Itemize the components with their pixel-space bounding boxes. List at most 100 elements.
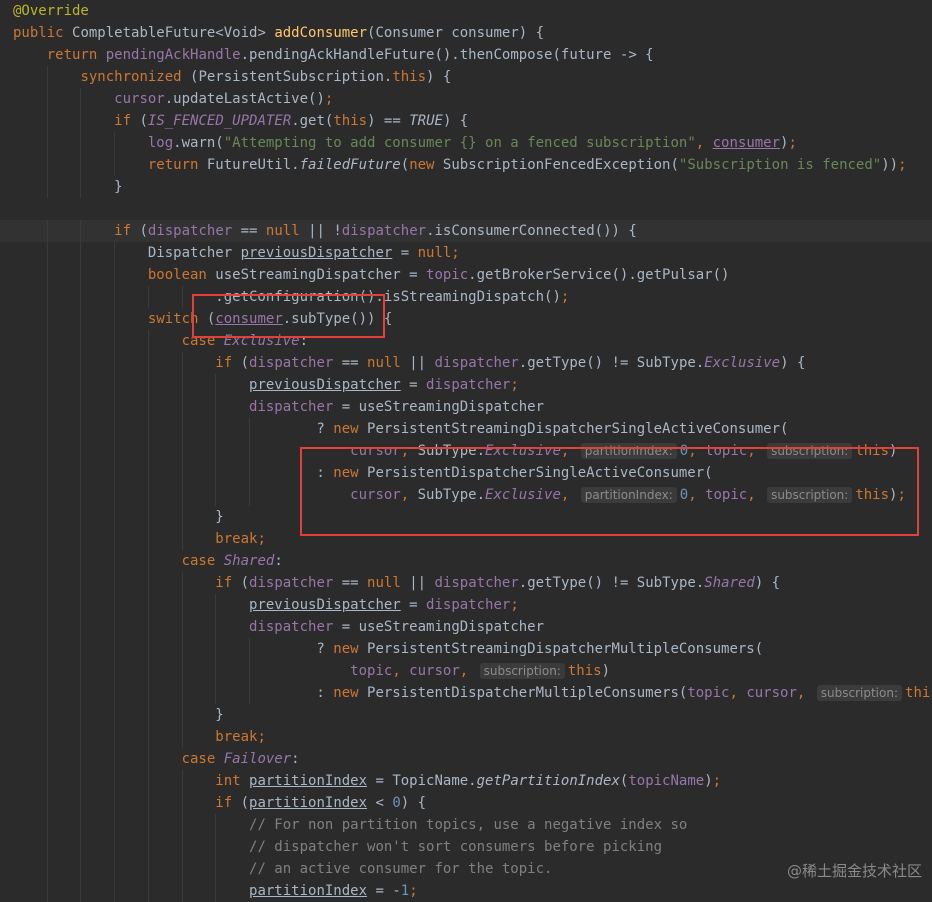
code-line: if (partitionIndex < 0) { [0,792,932,814]
code-text: // dispatcher won't sort consumers befor… [13,836,662,858]
code-token: == [232,223,266,239]
code-token: , [459,663,477,679]
code-token: CompletableFuture<Void> [72,25,275,41]
code-token: topicName [628,773,705,789]
code-token: ( [400,157,410,173]
code-token: log [147,135,174,151]
code-token: previousDispatcher [240,245,393,261]
code-token: TRUE [409,113,443,129]
code-token: : [13,465,334,481]
code-line: if (dispatcher == null || dispatcher.get… [0,352,932,374]
code-line: public CompletableFuture<Void> addConsum… [0,22,932,44]
code-line: partitionIndex = -1; [0,880,932,902]
code-line: if (dispatcher == null || !dispatcher.is… [0,220,932,242]
code-token: ; [898,157,907,173]
code-token: Shared [223,553,275,569]
code-text: previousDispatcher = dispatcher; [13,374,519,396]
code-token: .pendingAckHandleFuture().thenCompose(fu… [240,47,654,63]
code-token: .get( [291,113,334,129]
code-token: } [13,707,224,723]
code-token: dispatcher [341,223,427,239]
code-token: = [400,597,427,613]
code-line: log.warn("Attempting to add consumer {} … [0,132,932,154]
code-token: , [729,685,747,701]
code-token: Exclusive [704,355,781,371]
code-token: ) [601,663,611,679]
code-token: new [333,641,368,657]
highlight-box-switch [192,294,385,338]
code-token: Failover [223,751,292,767]
code-text: if (partitionIndex < 0) { [13,792,426,814]
code-token: dispatcher [249,355,334,371]
code-token: previousDispatcher [249,377,401,393]
code-token: case [181,553,224,569]
code-text: } [13,704,224,726]
parameter-hint: subscription: [479,663,565,679]
code-token: if [114,223,140,239]
code-line: case Shared: [0,550,932,572]
code-line: previousDispatcher = dispatcher; [0,374,932,396]
code-line: previousDispatcher = dispatcher; [0,594,932,616]
code-token: ? [13,421,334,437]
code-line: } [0,704,932,726]
code-line: switch (consumer.subType()) { [0,308,932,330]
code-token: = [392,245,418,261]
code-token: case [181,751,224,767]
code-token: dispatcher [147,223,233,239]
code-token: public [13,25,73,41]
code-token: ) { [754,575,781,591]
code-token: Dispatcher [13,245,241,261]
code-text: dispatcher = useStreamingDispatcher [13,396,544,418]
code-text: case Failover: [13,748,300,770]
code-token: getPartitionIndex [476,773,620,789]
code-token: ; [510,377,519,393]
code-token: topic [350,663,393,679]
code-token: < [367,795,393,811]
code-token: SubscriptionFencedException( [442,157,679,173]
code-token: "Subscription is fenced" [678,157,882,173]
code-text: dispatcher = useStreamingDispatcher [13,616,544,638]
code-token: .warn( [173,135,224,151]
code-token: break; [215,531,266,547]
code-token: } [13,179,123,195]
code-token: FutureUtil. [206,157,300,173]
code-token: null [367,575,410,591]
code-token: IS_FENCED_UPDATER [147,113,292,129]
code-text: if (dispatcher == null || dispatcher.get… [13,572,780,594]
code-token: failedFuture [299,157,401,173]
code-text: ? new PersistentStreamingDispatcherSingl… [13,418,788,440]
code-token: return [147,157,207,173]
code-line: return pendingAckHandle.pendingAckHandle… [0,44,932,66]
code-token: , [695,135,713,151]
code-token: null; [417,245,460,261]
code-text: cursor.updateLastActive(); [13,88,333,110]
code-token: ( [139,113,148,129]
code-line: cursor.updateLastActive(); [0,88,932,110]
code-text: @Override [13,0,89,22]
code-token: ) { [780,355,806,371]
code-token: dispatcher [426,377,511,393]
code-line: topic, cursor, subscription: this) [0,660,932,682]
code-text: } [13,176,123,198]
code-token: 0 [392,795,401,811]
code-token: == [333,575,368,591]
code-line: if (dispatcher == null || dispatcher.get… [0,572,932,594]
code-token: previousDispatcher [249,597,401,613]
code-editor[interactable]: @Override public CompletableFuture<Void> … [0,0,932,902]
code-token: (Consumer consumer) { [367,25,545,41]
code-token: // dispatcher won't sort consumers befor… [249,839,663,855]
code-line: ? new PersistentStreamingDispatcherSingl… [0,418,932,440]
code-token: this [567,663,602,679]
